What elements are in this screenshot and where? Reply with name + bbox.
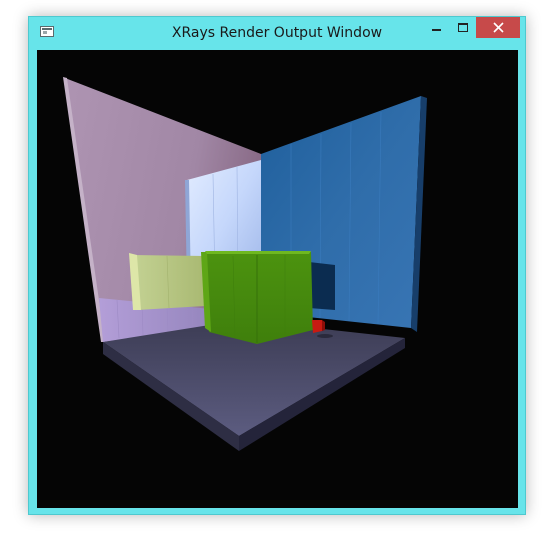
red-cube-shadow: [317, 334, 333, 338]
red-cube-side: [322, 320, 325, 331]
minimize-icon: [432, 29, 441, 31]
close-button[interactable]: [476, 17, 520, 38]
shadow-box: [309, 262, 335, 310]
minimize-button[interactable]: [424, 17, 450, 38]
maximize-button[interactable]: [450, 17, 476, 38]
render-output-window: XRays Render Output Window: [28, 16, 526, 515]
title-bar[interactable]: XRays Render Output Window: [29, 17, 525, 49]
window-app-icon[interactable]: [40, 26, 54, 37]
maximize-icon: [458, 23, 468, 32]
green-cube-front: [205, 252, 313, 344]
green-cube-top: [205, 251, 311, 254]
rendered-scene: [63, 77, 427, 451]
red-cube-front: [312, 320, 322, 333]
close-icon: [493, 22, 504, 33]
render-viewport[interactable]: [37, 50, 518, 508]
